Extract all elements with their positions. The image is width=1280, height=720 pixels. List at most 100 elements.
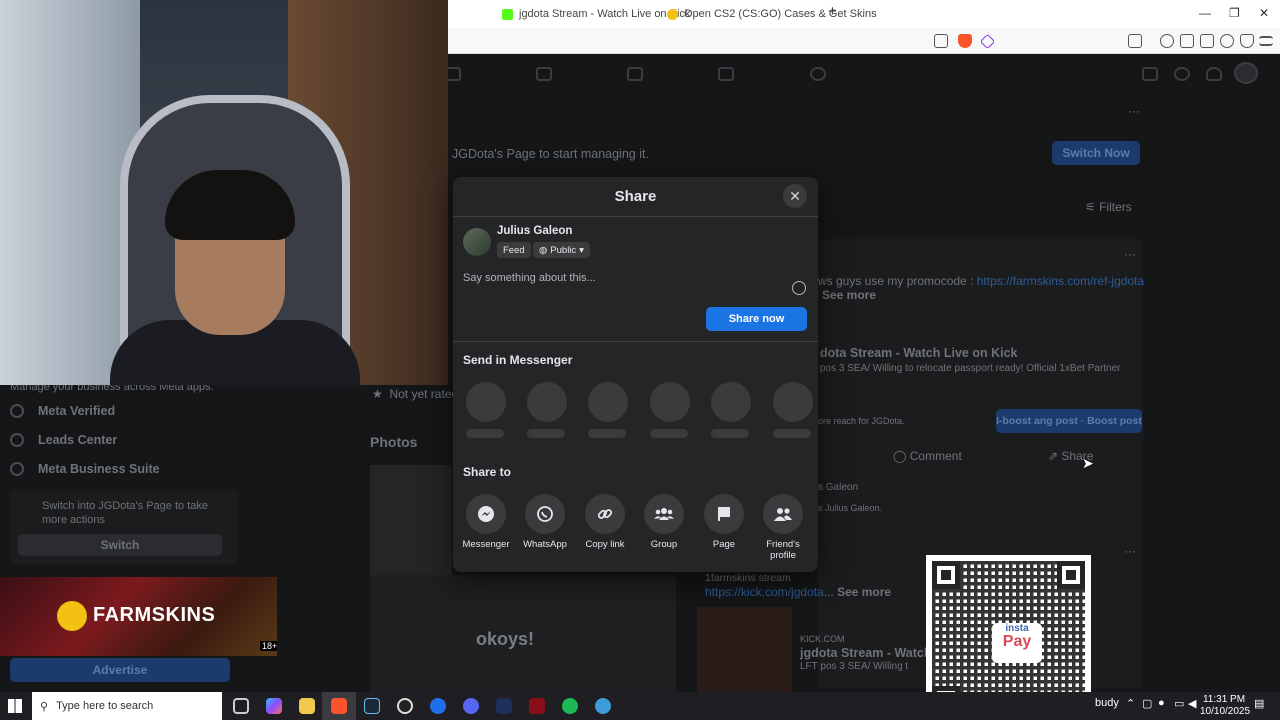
share-to-page[interactable]: Page bbox=[694, 494, 754, 551]
notification-icon[interactable]: ▤ bbox=[1254, 697, 1264, 710]
switch-button[interactable]: Switch bbox=[18, 534, 222, 556]
contact-name-placeholder bbox=[527, 429, 565, 438]
copilot-icon[interactable] bbox=[266, 698, 282, 714]
share-message-input[interactable]: Say something about this... bbox=[463, 272, 596, 284]
post2-thumbnail[interactable] bbox=[697, 607, 792, 692]
file-explorer-icon[interactable] bbox=[299, 698, 315, 714]
tab-farmskins[interactable]: Open CS2 (CS:GO) Cases & Get Skins bbox=[667, 4, 877, 24]
discord-icon[interactable] bbox=[463, 698, 479, 714]
post2-description: LFT pos 3 SEA/ Willing t bbox=[800, 661, 909, 672]
app-icon[interactable] bbox=[430, 698, 446, 714]
promo-link[interactable]: https://farmskins.com/ref-jgdota bbox=[977, 274, 1144, 288]
comment-label: Comment bbox=[909, 449, 962, 463]
share-to-friends-profile[interactable]: Friend's profile bbox=[753, 494, 813, 562]
share-to-group[interactable]: Group bbox=[634, 494, 694, 551]
cast-icon[interactable] bbox=[934, 34, 948, 48]
instapay-logo-bottom: Pay bbox=[1002, 633, 1032, 650]
volume-icon[interactable]: ◀ bbox=[1188, 697, 1196, 710]
obs-icon[interactable] bbox=[397, 698, 413, 714]
user-avatar bbox=[463, 228, 491, 256]
marketplace-icon[interactable] bbox=[718, 67, 734, 81]
windows-start-icon[interactable] bbox=[8, 699, 22, 713]
share-now-button[interactable]: Share now bbox=[706, 307, 807, 331]
spotify-icon[interactable] bbox=[562, 698, 578, 714]
messenger-contact[interactable] bbox=[527, 382, 567, 438]
notifications-icon[interactable] bbox=[1206, 67, 1222, 81]
caret-down-icon: ▾ bbox=[579, 244, 584, 256]
messenger-nav-icon[interactable] bbox=[1174, 67, 1190, 81]
tray-overflow-icon[interactable]: ⌃ bbox=[1126, 697, 1135, 710]
filters-button[interactable]: ⚟ Filters bbox=[1085, 200, 1132, 214]
brave-rewards-icon[interactable] bbox=[979, 33, 996, 50]
link-icon bbox=[585, 494, 625, 534]
messenger-contact[interactable] bbox=[650, 382, 690, 438]
search-icon: ⚲ bbox=[40, 700, 49, 713]
new-tab-button[interactable]: + bbox=[828, 3, 837, 20]
task-view-icon[interactable] bbox=[233, 698, 249, 714]
sidebar-item-label: Meta Verified bbox=[38, 404, 116, 418]
boost-post-button[interactable]: I-boost ang post · Boost post bbox=[996, 409, 1142, 433]
share-to-messenger[interactable]: Messenger bbox=[456, 494, 516, 551]
wallet-icon[interactable] bbox=[1200, 34, 1214, 48]
steam-icon[interactable] bbox=[364, 698, 380, 714]
extension-icon[interactable] bbox=[1128, 34, 1142, 48]
share-to-whatsapp[interactable]: WhatsApp bbox=[515, 494, 575, 551]
app-icon[interactable] bbox=[496, 698, 512, 714]
contact-name-placeholder bbox=[650, 429, 688, 438]
messenger-contact[interactable] bbox=[773, 382, 813, 438]
post2-options-icon[interactable]: ··· bbox=[1124, 544, 1136, 558]
post2-title[interactable]: jgdota Stream - Watch L bbox=[800, 646, 943, 660]
leo-ai-icon[interactable] bbox=[1220, 34, 1234, 48]
switch-now-button[interactable]: Switch Now bbox=[1052, 141, 1140, 165]
post-text: ws guys use my promocode : https://farms… bbox=[818, 274, 1145, 288]
microphone-icon[interactable]: ● bbox=[1158, 697, 1165, 709]
photos-heading: Photos bbox=[370, 434, 418, 450]
more-options-icon[interactable]: ··· bbox=[1128, 104, 1140, 118]
privacy-selector[interactable]: ◍ Public ▾ bbox=[533, 242, 590, 258]
messenger-contact[interactable] bbox=[588, 382, 628, 438]
messenger-contact[interactable] bbox=[711, 382, 751, 438]
share-copy-link[interactable]: Copy link bbox=[575, 494, 635, 551]
clock[interactable]: 11:31 PM 10/10/2025 bbox=[1200, 694, 1250, 718]
sidebar-item-leads-center[interactable]: Leads Center bbox=[10, 433, 117, 447]
commenter-name: s Galeon bbox=[818, 482, 859, 493]
network-icon[interactable]: ▭ bbox=[1174, 697, 1184, 710]
link-preview-title[interactable]: dota Stream - Watch Live on Kick bbox=[820, 346, 1018, 360]
menu-icon[interactable] bbox=[1259, 36, 1273, 46]
filters-label: Filters bbox=[1099, 200, 1132, 214]
farmskins-icon bbox=[667, 8, 678, 20]
video-icon[interactable] bbox=[627, 67, 643, 81]
groups-icon[interactable] bbox=[810, 67, 826, 81]
apps-menu-icon[interactable] bbox=[1142, 67, 1158, 81]
restore-icon[interactable]: ❐ bbox=[1229, 6, 1240, 20]
advertise-button[interactable]: Advertise bbox=[10, 658, 230, 682]
post-options-icon[interactable]: ··· bbox=[1124, 247, 1136, 261]
sidebar-item-business-suite[interactable]: Meta Business Suite bbox=[10, 462, 160, 476]
insights-icon[interactable] bbox=[536, 67, 552, 81]
farmskins-brand: FARMSKINS bbox=[93, 604, 216, 626]
close-window-icon[interactable]: ✕ bbox=[1259, 6, 1269, 20]
webcam-wall bbox=[0, 0, 140, 385]
sidebar-toggle-icon[interactable] bbox=[1180, 34, 1194, 48]
brave-shield-icon[interactable] bbox=[958, 34, 972, 48]
vpn-icon[interactable] bbox=[1240, 34, 1254, 48]
tray-app-icon[interactable]: ▢ bbox=[1142, 697, 1152, 710]
emoji-icon[interactable] bbox=[792, 281, 806, 295]
close-icon[interactable]: ✕ bbox=[783, 184, 807, 208]
sidebar-item-meta-verified[interactable]: Meta Verified bbox=[10, 404, 115, 418]
taskbar-search[interactable]: ⚲ Type here to search bbox=[32, 692, 222, 720]
game-icon[interactable] bbox=[529, 698, 545, 714]
comment-button[interactable]: ◯ Comment bbox=[893, 449, 962, 463]
kick-link[interactable]: https://kick.com/jgdota bbox=[705, 585, 824, 599]
webcam-overlay bbox=[0, 0, 448, 385]
app-icon[interactable] bbox=[595, 698, 611, 714]
see-more-link[interactable]: See more bbox=[822, 288, 876, 302]
minimize-icon[interactable]: — bbox=[1199, 6, 1211, 20]
messenger-contact[interactable] bbox=[466, 382, 506, 438]
audience-feed-button[interactable]: Feed bbox=[497, 242, 531, 258]
post2-see-more[interactable]: See more bbox=[837, 585, 891, 599]
profile-avatar[interactable] bbox=[1234, 62, 1258, 84]
tab-kick[interactable]: jgdota Stream - Watch Live on Kick bbox=[502, 4, 690, 24]
music-icon[interactable] bbox=[1160, 34, 1174, 48]
brave-browser-icon[interactable] bbox=[331, 698, 347, 714]
